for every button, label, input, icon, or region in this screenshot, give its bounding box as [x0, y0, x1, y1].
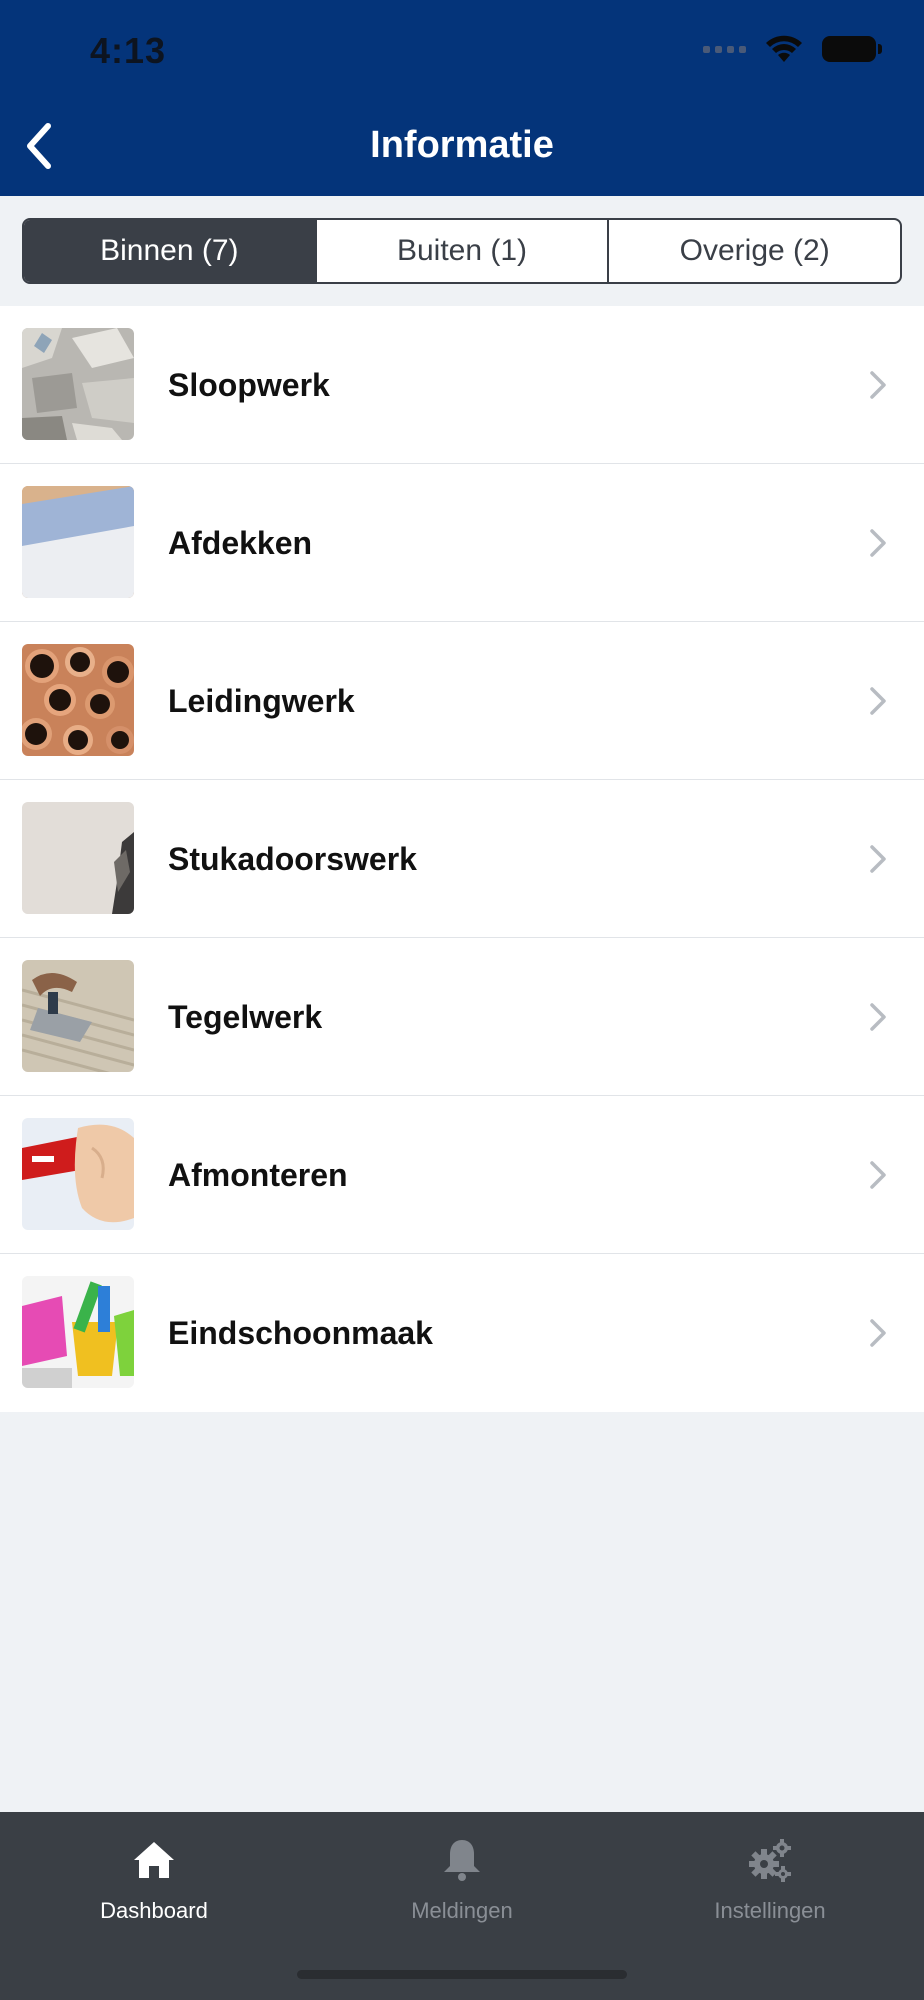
list-item-leidingwerk[interactable]: Leidingwerk [0, 622, 924, 780]
list-item-sloopwerk[interactable]: Sloopwerk [0, 306, 924, 464]
list-item-label: Stukadoorswerk [168, 840, 417, 877]
segment-overige[interactable]: Overige (2) [609, 220, 900, 282]
list-item-afdekken[interactable]: Afdekken [0, 464, 924, 622]
bell-icon [444, 1840, 480, 1881]
category-segmented-control: Binnen (7) Buiten (1) Overige (2) [22, 218, 902, 284]
list-item-label: Tegelwerk [168, 998, 323, 1035]
list-item-eindschoonmaak[interactable]: Eindschoonmaak [0, 1254, 924, 1412]
list-item-label: Sloopwerk [168, 366, 330, 403]
tab-dashboard[interactable]: Dashboard [0, 1812, 308, 2000]
page-title: Informatie [370, 124, 554, 166]
header-bar: 4:13 Informatie [0, 0, 924, 196]
plaster-wall-thumbnail [22, 802, 134, 914]
home-icon [134, 1842, 174, 1878]
chevron-right-icon [870, 1319, 886, 1347]
list-item-label: Afdekken [168, 524, 313, 561]
status-indicators [703, 34, 882, 64]
info-list: Sloopwerk Afdekken Leidingwerk Stukadoor… [0, 306, 924, 1412]
list-item-tegelwerk[interactable]: Tegelwerk [0, 938, 924, 1096]
segment-binnen[interactable]: Binnen (7) [24, 220, 317, 282]
chevron-right-icon [870, 845, 886, 873]
home-indicator[interactable] [297, 1970, 627, 1979]
list-item-stukadoorswerk[interactable]: Stukadoorswerk [0, 780, 924, 938]
list-item-afmonteren[interactable]: Afmonteren [0, 1096, 924, 1254]
segment-buiten[interactable]: Buiten (1) [317, 220, 610, 282]
signal-icon [703, 45, 746, 53]
copper-pipes-thumbnail [22, 644, 134, 756]
tab-label: Instellingen [714, 1898, 826, 1923]
installation-thumbnail [22, 1118, 134, 1230]
gears-icon [749, 1839, 791, 1882]
tab-instellingen[interactable]: Instellingen [616, 1812, 924, 2000]
tile-trowel-thumbnail [22, 960, 134, 1072]
chevron-right-icon [870, 1003, 886, 1031]
chevron-right-icon [870, 371, 886, 399]
tab-label: Meldingen [411, 1898, 513, 1923]
list-item-label: Leidingwerk [168, 682, 355, 719]
list-item-label: Afmonteren [168, 1156, 348, 1193]
wifi-icon [766, 35, 802, 62]
battery-icon [822, 36, 882, 62]
cover-roll-thumbnail [22, 486, 134, 598]
chevron-right-icon [870, 687, 886, 715]
cleaning-bucket-thumbnail [22, 1276, 134, 1388]
chevron-right-icon [870, 529, 886, 557]
list-item-label: Eindschoonmaak [168, 1314, 433, 1351]
tab-label: Dashboard [100, 1898, 208, 1923]
rubble-thumbnail [22, 328, 134, 440]
chevron-right-icon [870, 1161, 886, 1189]
status-time: 4:13 [90, 30, 167, 71]
